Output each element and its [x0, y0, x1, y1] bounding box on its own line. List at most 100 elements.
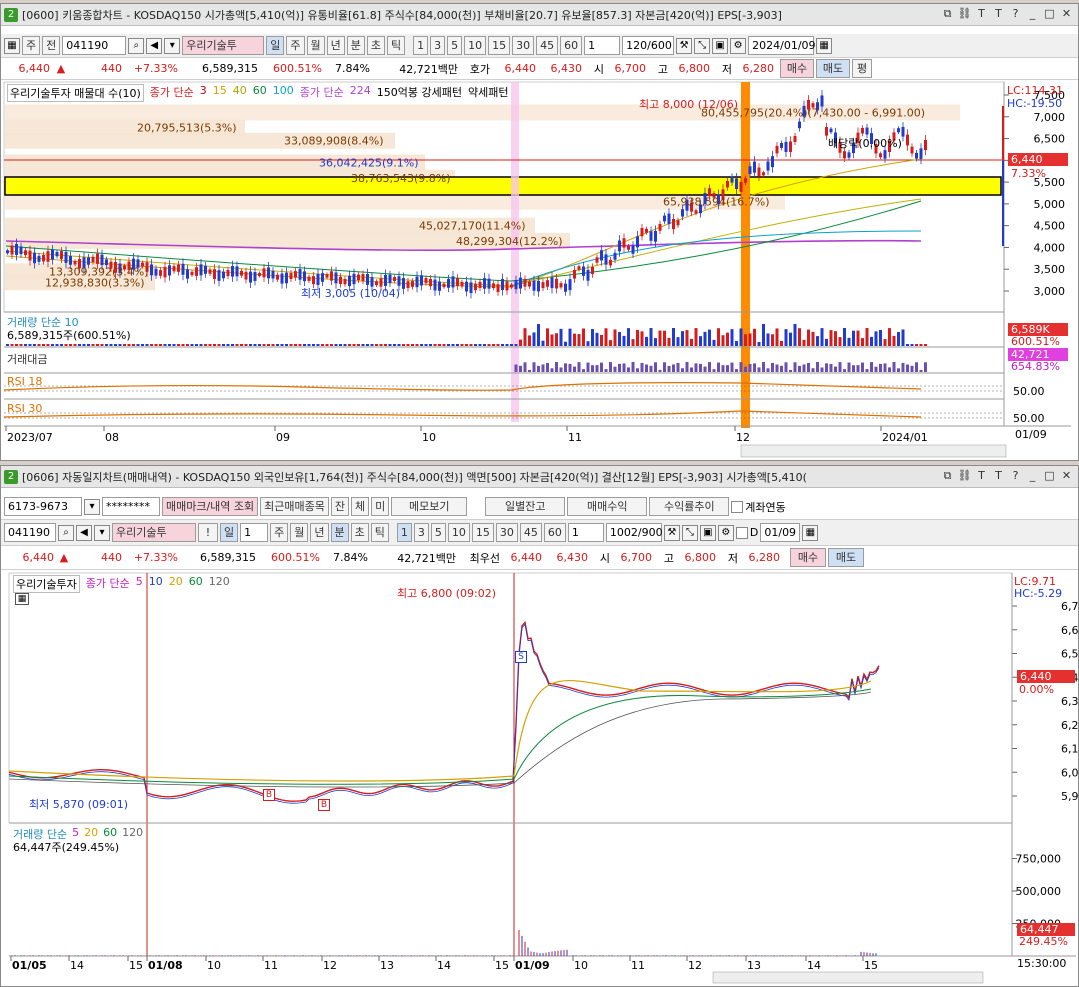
- restore-icon[interactable]: ⧉: [940, 7, 955, 22]
- search-icon[interactable]: ⌕: [58, 524, 74, 541]
- crosshair-icon[interactable]: ⤡: [694, 37, 711, 54]
- grid-icon[interactable]: ▦: [4, 37, 20, 54]
- help-icon[interactable]: ?: [1008, 7, 1023, 22]
- font-large-icon[interactable]: T: [991, 7, 1006, 22]
- tools-icon[interactable]: ⚒: [676, 37, 693, 54]
- interval-button[interactable]: 60: [560, 36, 583, 55]
- sell-button[interactable]: 매도: [828, 548, 864, 567]
- gear-icon[interactable]: ⚙: [717, 524, 734, 541]
- trade-mark-b[interactable]: B: [263, 789, 275, 801]
- interval-button[interactable]: 10: [447, 523, 470, 542]
- range-field[interactable]: 120/600: [622, 36, 675, 55]
- interval-button[interactable]: 15: [488, 36, 511, 55]
- period-day-button[interactable]: 일: [266, 36, 285, 55]
- return-trend-button[interactable]: 수익률추이: [649, 497, 730, 516]
- period-day-button[interactable]: 일: [220, 523, 239, 542]
- chevron-down-icon[interactable]: ▾: [84, 498, 100, 515]
- memo-button[interactable]: 메모보기: [391, 497, 468, 516]
- interval-button[interactable]: 60: [543, 523, 566, 542]
- period-second-button[interactable]: 초: [366, 36, 385, 55]
- stock-code-input[interactable]: 041190: [62, 36, 127, 55]
- font-icon[interactable]: T: [974, 469, 989, 484]
- minimize-icon[interactable]: _: [1025, 7, 1040, 22]
- period-tick-button[interactable]: 틱: [370, 523, 389, 542]
- help-icon[interactable]: ?: [1008, 469, 1023, 484]
- trade-profit-button[interactable]: 매매수익: [567, 497, 648, 516]
- interval-button[interactable]: 30: [512, 36, 535, 55]
- stock-code-input[interactable]: 041190: [4, 523, 56, 542]
- trade-mark-query-button[interactable]: 매매마크/내역 조회: [162, 497, 259, 516]
- filled-button[interactable]: 체: [351, 497, 370, 516]
- search-icon[interactable]: ⌕: [128, 37, 145, 54]
- range-field[interactable]: 1002/900: [605, 523, 663, 542]
- save-icon[interactable]: ▣: [712, 37, 729, 54]
- recent-trades-button[interactable]: 최근매매종목: [260, 497, 329, 516]
- close-icon[interactable]: ✕: [1059, 7, 1074, 22]
- stock-name-field[interactable]: 우리기술투: [182, 36, 265, 55]
- tools-icon[interactable]: ⚒: [663, 524, 680, 541]
- interval-button[interactable]: 1: [413, 36, 429, 55]
- daily-balance-button[interactable]: 일별잔고: [485, 497, 566, 516]
- chevron-down-icon[interactable]: ▾: [94, 524, 110, 541]
- alert-button[interactable]: !: [198, 523, 218, 542]
- period-second-button[interactable]: 초: [350, 523, 369, 542]
- date-input[interactable]: 01/09: [760, 523, 801, 542]
- font-large-icon[interactable]: T: [991, 469, 1006, 484]
- period-year-button[interactable]: 년: [310, 523, 329, 542]
- interval-button[interactable]: 45: [536, 36, 559, 55]
- speaker-icon[interactable]: ◀: [146, 37, 163, 54]
- minimize-icon[interactable]: _: [1025, 469, 1040, 484]
- link-icon[interactable]: ⛓: [957, 7, 972, 22]
- chevron-down-icon[interactable]: ▾: [164, 37, 181, 54]
- period-minute-button[interactable]: 분: [330, 523, 349, 542]
- period-month-button[interactable]: 월: [290, 523, 309, 542]
- trade-mark-b[interactable]: B: [318, 799, 330, 811]
- trade-mark-s[interactable]: S: [515, 651, 527, 663]
- table-icon[interactable]: ▦: [15, 593, 29, 605]
- chart-type-select[interactable]: 주: [22, 36, 41, 55]
- top-chart-svg[interactable]: 20,795,513(5.3%) 33,089,908(8.4%) 36,042,4…: [1, 81, 1078, 461]
- stock-name-field[interactable]: 우리기술투: [112, 523, 196, 542]
- calendar-icon[interactable]: ▦: [816, 37, 833, 54]
- maximize-icon[interactable]: □: [1042, 469, 1057, 484]
- calendar-icon[interactable]: ▦: [802, 524, 819, 541]
- close-icon[interactable]: ✕: [1059, 469, 1074, 484]
- count-select[interactable]: 1: [567, 523, 604, 542]
- link-icon[interactable]: ⛓: [957, 469, 972, 484]
- balance-button[interactable]: 잔: [330, 497, 350, 516]
- speaker-icon[interactable]: ◀: [76, 524, 92, 541]
- period-tick-button[interactable]: 틱: [387, 36, 406, 55]
- restore-icon[interactable]: ⧉: [940, 469, 955, 484]
- interval-button[interactable]: 30: [495, 523, 518, 542]
- interval-button[interactable]: 5: [430, 523, 446, 542]
- unfilled-button[interactable]: 미: [371, 497, 390, 516]
- buy-button[interactable]: 매수: [790, 548, 826, 567]
- font-icon[interactable]: T: [974, 7, 989, 22]
- interval-button[interactable]: 3: [430, 36, 446, 55]
- account-select[interactable]: 6173-9673: [4, 497, 82, 516]
- interval-button[interactable]: 3: [413, 523, 429, 542]
- crosshair-icon[interactable]: ⤡: [681, 524, 698, 541]
- interval-button[interactable]: 1: [396, 523, 412, 542]
- interval-button[interactable]: 10: [464, 36, 487, 55]
- sell-button[interactable]: 매도: [816, 59, 850, 78]
- day-count-select[interactable]: 1: [240, 523, 269, 542]
- date-input[interactable]: 2024/01/09: [748, 36, 816, 55]
- save-icon[interactable]: ▣: [699, 524, 716, 541]
- market-select[interactable]: 전: [42, 36, 61, 55]
- count-select[interactable]: 1: [584, 36, 621, 55]
- gear-icon[interactable]: ⚙: [730, 37, 747, 54]
- eval-button[interactable]: 평: [852, 59, 872, 78]
- interval-button[interactable]: 45: [519, 523, 542, 542]
- period-week-button[interactable]: 주: [286, 36, 305, 55]
- period-year-button[interactable]: 년: [326, 36, 345, 55]
- interval-button[interactable]: 15: [471, 523, 494, 542]
- bottom-chart-svg[interactable]: 6,7006,6006,5006,4006,3006,2006,1006,000…: [1, 571, 1078, 985]
- period-month-button[interactable]: 월: [306, 36, 325, 55]
- account-link-checkbox[interactable]: [731, 500, 744, 513]
- maximize-icon[interactable]: □: [1042, 7, 1057, 22]
- top-chart[interactable]: 20,795,513(5.3%) 33,089,908(8.4%) 36,042,4…: [1, 81, 1078, 461]
- bottom-chart[interactable]: 6,7006,6006,5006,4006,3006,2006,1006,000…: [1, 571, 1078, 985]
- password-field[interactable]: ********: [102, 497, 160, 516]
- date-checkbox[interactable]: [735, 526, 748, 539]
